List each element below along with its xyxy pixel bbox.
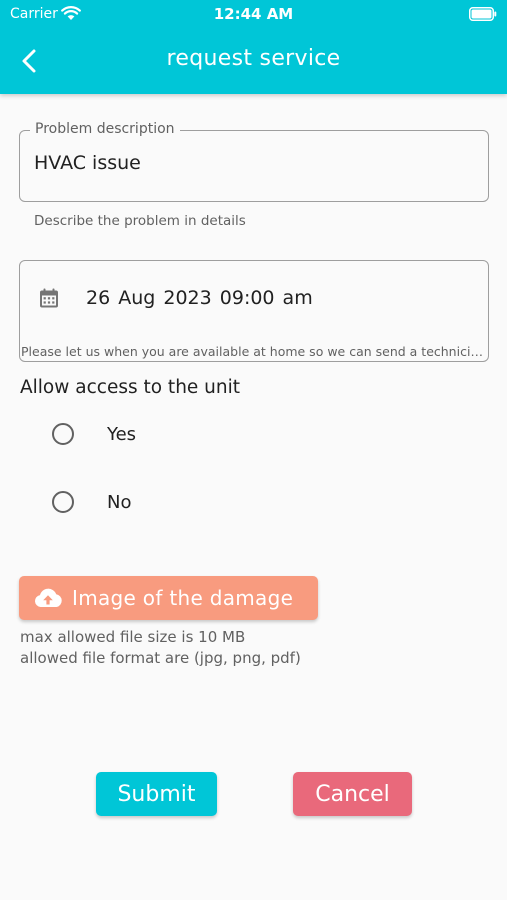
cancel-button[interactable]: Cancel bbox=[293, 772, 412, 816]
submit-button[interactable]: Submit bbox=[96, 772, 217, 816]
battery-icon bbox=[469, 7, 497, 21]
app-header: Carrier 12:44 AM request service bbox=[0, 0, 507, 94]
page-title: request service bbox=[166, 46, 341, 71]
upload-format-note: allowed file format are (jpg, png, pdf) bbox=[20, 649, 301, 667]
availability-date: 26 Aug 2023 bbox=[86, 287, 212, 309]
availability-time: 09:00 am bbox=[219, 287, 313, 309]
access-section-title: Allow access to the unit bbox=[20, 377, 241, 398]
availability-datetime[interactable]: 26 Aug 2023 09:00 am bbox=[86, 287, 313, 309]
access-option-label: Yes bbox=[107, 423, 137, 445]
problem-description-value[interactable]: HVAC issue bbox=[34, 152, 141, 174]
radio-unselected-icon[interactable] bbox=[52, 491, 74, 513]
upload-image-label: Image of the damage bbox=[72, 586, 294, 610]
availability-field[interactable]: 26 Aug 2023 09:00 am Please let us when … bbox=[19, 260, 489, 362]
status-bar: Carrier 12:44 AM bbox=[0, 0, 507, 30]
cloud-upload-icon bbox=[34, 588, 62, 607]
upload-max-size-note: max allowed file size is 10 MB bbox=[20, 628, 246, 646]
problem-description-field[interactable]: Problem description HVAC issue bbox=[19, 121, 489, 202]
upload-image-button[interactable]: Image of the damage bbox=[19, 576, 318, 620]
radio-unselected-icon[interactable] bbox=[52, 423, 74, 445]
status-time: 12:44 AM bbox=[213, 5, 294, 23]
access-option-label: No bbox=[107, 491, 132, 513]
problem-description-helper: Describe the problem in details bbox=[34, 213, 246, 229]
access-option-no[interactable]: No bbox=[52, 491, 131, 513]
availability-hint: Please let us when you are available at … bbox=[21, 344, 484, 359]
problem-description-label: Problem description bbox=[30, 121, 180, 137]
access-option-yes[interactable]: Yes bbox=[52, 423, 136, 445]
calendar-icon bbox=[40, 288, 58, 308]
